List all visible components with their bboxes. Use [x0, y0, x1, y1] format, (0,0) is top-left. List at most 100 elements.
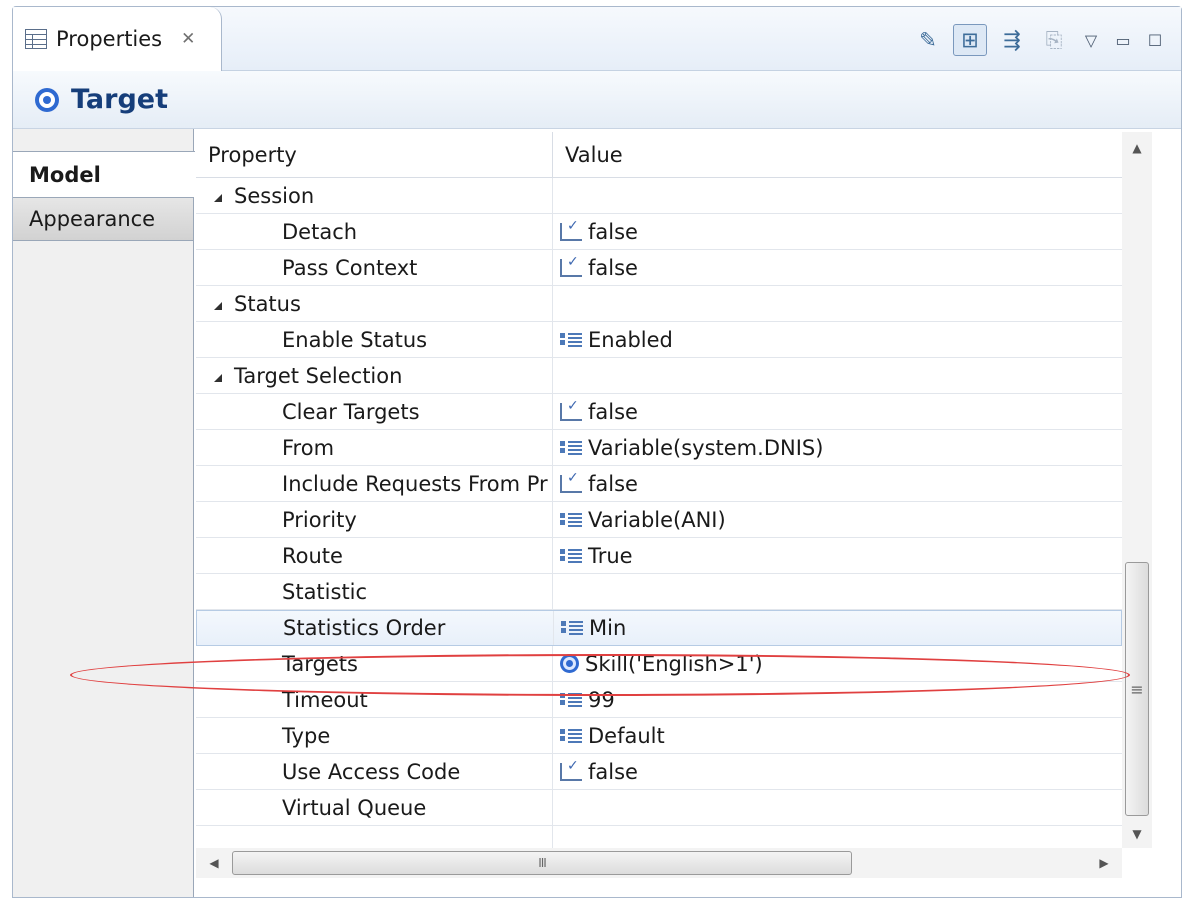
- view-menu-icon[interactable]: ▽: [1079, 26, 1103, 54]
- property-cell: Clear Targets: [196, 394, 553, 429]
- expand-triangle-icon[interactable]: [214, 193, 222, 202]
- category-row[interactable]: Status: [196, 286, 1122, 322]
- category-row[interactable]: Target Selection: [196, 358, 1122, 394]
- table-row[interactable]: Pass Context false: [196, 250, 1122, 286]
- properties-table-icon: [25, 29, 47, 49]
- value-cell[interactable]: Min: [554, 611, 1121, 645]
- table-row[interactable]: Enable Status Enabled: [196, 322, 1122, 358]
- value-cell[interactable]: [553, 574, 1122, 609]
- maximize-icon[interactable]: ☐: [1143, 26, 1167, 54]
- property-cell: Statistics Order: [197, 611, 554, 645]
- table-row[interactable]: Clear Targets false: [196, 394, 1122, 430]
- property-value: Variable(ANI): [588, 507, 726, 532]
- value-cell[interactable]: Default: [553, 718, 1122, 753]
- grip-icon: ≡: [1130, 679, 1144, 699]
- page-title: Target: [71, 84, 169, 115]
- list-value-icon: [560, 439, 582, 457]
- table-row[interactable]: Priority Variable(ANI): [196, 502, 1122, 538]
- value-cell[interactable]: Enabled: [553, 322, 1122, 357]
- property-label: Session: [234, 183, 315, 208]
- property-value: Skill('English>1'): [585, 651, 763, 676]
- boolean-value-icon: [560, 470, 582, 493]
- property-cell: Detach: [196, 214, 553, 249]
- table-row[interactable]: Statistics Order Min: [196, 610, 1122, 646]
- property-label: Pass Context: [282, 255, 418, 280]
- table-row[interactable]: Include Requests From Pr false: [196, 466, 1122, 502]
- value-cell[interactable]: Variable(ANI): [553, 502, 1122, 537]
- value-cell[interactable]: Skill('English>1'): [553, 646, 1122, 681]
- view-toolbar: ✎ ⊞ ⇶ ⎘ ▽ ▭ ☐: [911, 24, 1167, 56]
- value-cell[interactable]: false: [553, 466, 1122, 501]
- property-label: Status: [234, 291, 301, 316]
- property-label: Timeout: [282, 687, 368, 712]
- table-row[interactable]: Targets Skill('English>1'): [196, 646, 1122, 682]
- property-cell: Session: [196, 178, 553, 213]
- value-cell[interactable]: Variable(system.DNIS): [553, 430, 1122, 465]
- grip-icon: III: [538, 856, 547, 870]
- property-label: Use Access Code: [282, 759, 461, 784]
- vertical-scrollbar[interactable]: ▲ ≡ ▼: [1122, 132, 1152, 848]
- property-cell: Enable Status: [196, 322, 553, 357]
- property-label: Virtual Queue: [282, 795, 427, 820]
- value-cell[interactable]: false: [553, 754, 1122, 789]
- property-table: Property Value SessionDetachfalsePass Co…: [196, 132, 1122, 862]
- value-cell[interactable]: True: [553, 538, 1122, 573]
- tab-model[interactable]: Model: [13, 151, 195, 197]
- target-icon: [35, 87, 59, 112]
- property-cell: Include Requests From Pr: [196, 466, 553, 501]
- table-header: Property Value: [196, 132, 1122, 178]
- table-row[interactable]: Statistic: [196, 574, 1122, 610]
- property-label: Detach: [282, 219, 358, 244]
- table-row[interactable]: Route True: [196, 538, 1122, 574]
- value-cell[interactable]: [553, 790, 1122, 825]
- horizontal-scrollbar[interactable]: ◀ III ▶: [196, 848, 1122, 878]
- table-row[interactable]: Timeout 99: [196, 682, 1122, 718]
- property-value: Min: [589, 616, 627, 640]
- value-cell[interactable]: false: [553, 214, 1122, 249]
- scroll-up-arrow[interactable]: ▲: [1122, 136, 1152, 160]
- property-label: Enable Status: [282, 327, 428, 352]
- list-value-icon: [560, 511, 582, 529]
- list-value-icon: [560, 331, 582, 349]
- category-row[interactable]: Session: [196, 178, 1122, 214]
- property-label: Priority: [282, 507, 357, 532]
- show-categories-icon[interactable]: ⊞: [953, 24, 987, 56]
- boolean-value-icon: [560, 218, 582, 241]
- tab-appearance[interactable]: Appearance: [13, 197, 194, 241]
- property-cell: Priority: [196, 502, 553, 537]
- column-header-property[interactable]: Property: [196, 132, 553, 178]
- restore-default-icon[interactable]: ⎘: [1037, 24, 1071, 56]
- property-cell: From: [196, 430, 553, 465]
- property-label: Statistics Order: [283, 616, 446, 640]
- minimize-icon[interactable]: ▭: [1111, 26, 1135, 54]
- value-cell: [553, 358, 1122, 393]
- scroll-left-arrow[interactable]: ◀: [200, 848, 228, 878]
- scroll-right-arrow[interactable]: ▶: [1090, 848, 1118, 878]
- table-row[interactable]: Virtual Queue: [196, 790, 1122, 826]
- properties-tab[interactable]: Properties ✕: [13, 7, 222, 71]
- expand-triangle-icon[interactable]: [214, 373, 222, 382]
- property-label: Target Selection: [234, 363, 403, 388]
- table-row[interactable]: From Variable(system.DNIS): [196, 430, 1122, 466]
- pin-editor-icon[interactable]: ✎: [911, 24, 945, 56]
- value-cell[interactable]: false: [553, 394, 1122, 429]
- show-advanced-icon[interactable]: ⇶: [995, 24, 1029, 56]
- property-cell: Type: [196, 718, 553, 753]
- list-value-icon: [560, 691, 582, 709]
- horizontal-scroll-thumb[interactable]: III: [232, 851, 852, 875]
- scroll-down-arrow[interactable]: ▼: [1122, 822, 1152, 846]
- property-value: false: [588, 399, 638, 424]
- expand-triangle-icon[interactable]: [214, 301, 222, 310]
- value-cell: [553, 178, 1122, 213]
- table-row[interactable]: Use Access Code false: [196, 754, 1122, 790]
- close-icon[interactable]: ✕: [181, 29, 195, 49]
- vertical-scroll-thumb[interactable]: ≡: [1125, 562, 1149, 816]
- column-header-value[interactable]: Value: [553, 132, 1122, 178]
- property-label: Clear Targets: [282, 399, 420, 424]
- table-row[interactable]: Type Default: [196, 718, 1122, 754]
- table-row[interactable]: Detach false: [196, 214, 1122, 250]
- property-cell: Use Access Code: [196, 754, 553, 789]
- value-cell[interactable]: false: [553, 250, 1122, 285]
- value-cell[interactable]: 99: [553, 682, 1122, 717]
- property-value: false: [588, 759, 638, 784]
